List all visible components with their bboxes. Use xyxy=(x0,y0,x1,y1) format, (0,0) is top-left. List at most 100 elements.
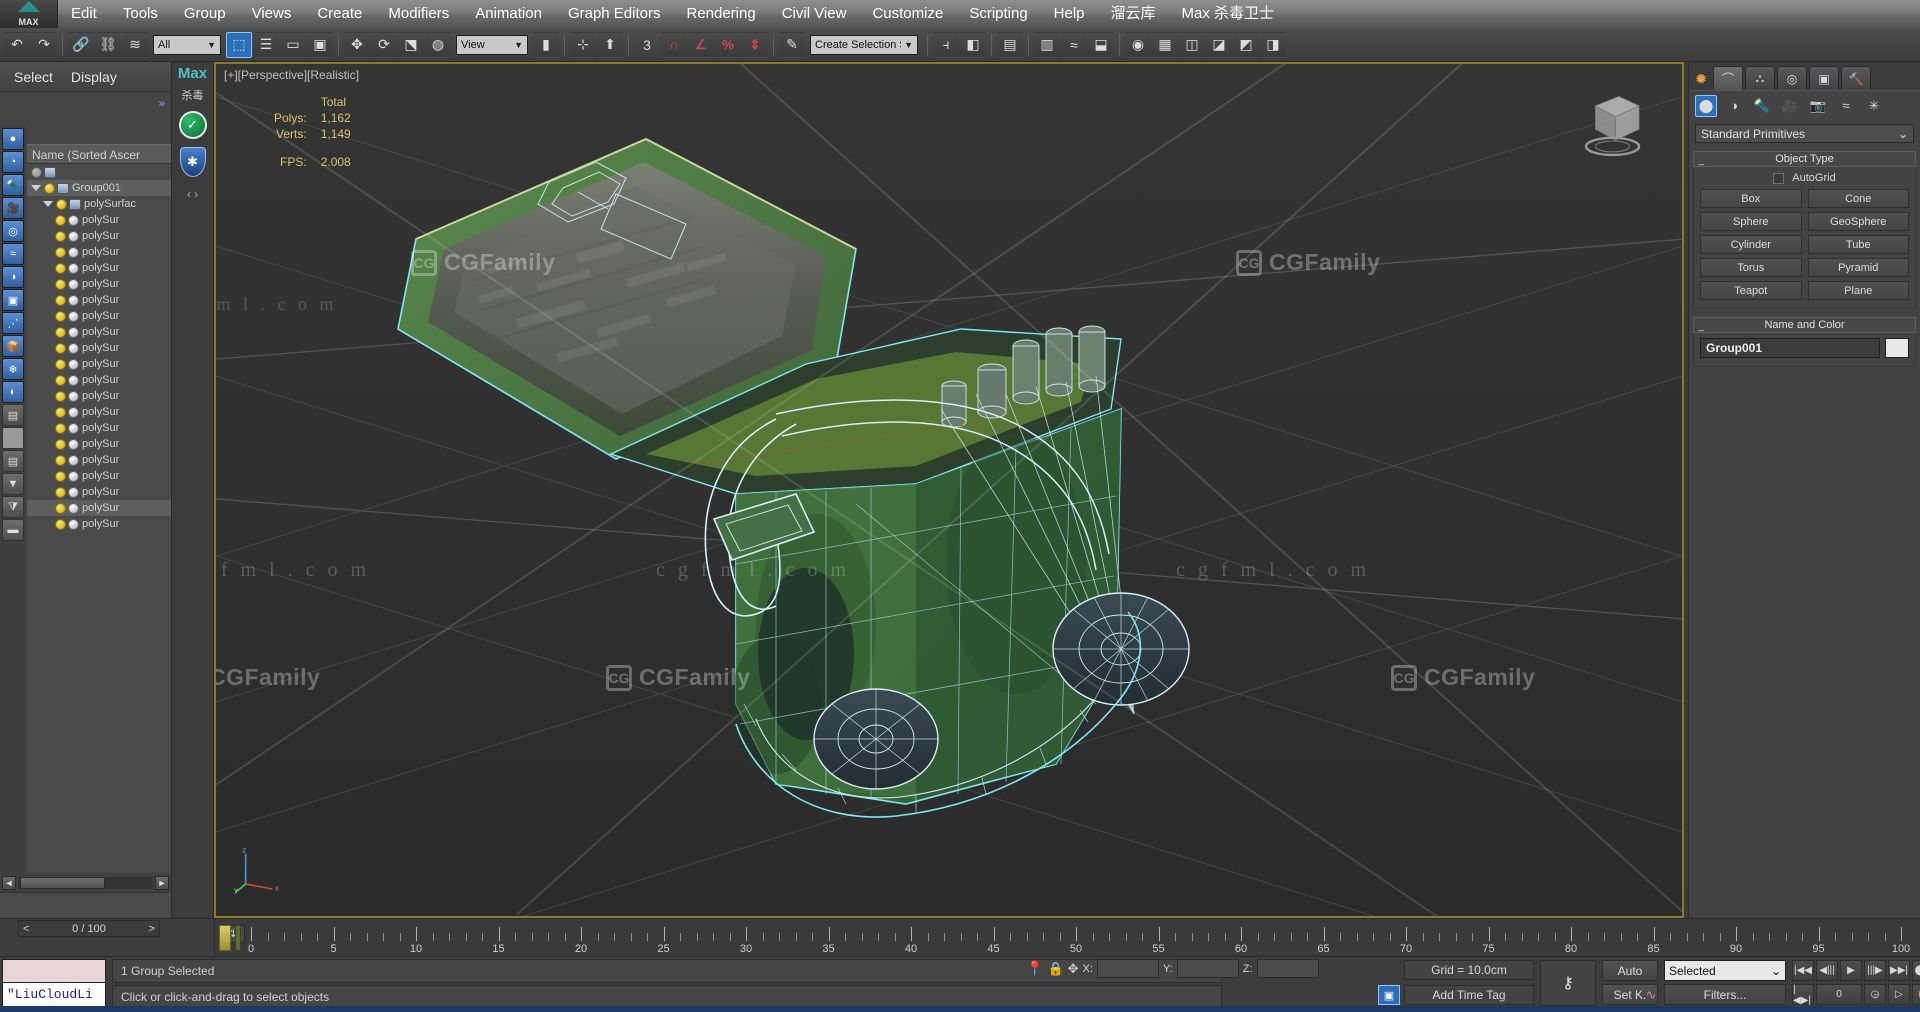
shapes-icon[interactable]: ◑ xyxy=(1723,95,1745,117)
scene-explorer-row[interactable]: polySur xyxy=(27,276,171,292)
edit-named-selection-sets-icon[interactable]: ✎ xyxy=(779,31,805,58)
maxscript-output-pane[interactable] xyxy=(2,959,106,983)
display-containers-icon[interactable]: 📦 xyxy=(2,335,24,357)
perspective-viewport[interactable]: CG CGFamily CG CGFamily CG CGFamily CG C… xyxy=(214,62,1684,918)
light-bulb-icon[interactable] xyxy=(55,422,66,434)
list-view-icon[interactable]: ▤ xyxy=(2,404,24,426)
light-bulb-icon[interactable] xyxy=(55,342,66,354)
plane-button[interactable]: Plane xyxy=(1807,281,1909,300)
object-name-field[interactable]: Group001 xyxy=(1700,338,1880,358)
teapot-button[interactable]: Teapot xyxy=(1700,281,1802,300)
display-helpers-icon[interactable]: ◎ xyxy=(2,220,24,242)
time-slider-marker[interactable] xyxy=(235,925,241,951)
keyboard-shortcut-override-icon[interactable]: ⬆ xyxy=(597,31,623,58)
light-bulb-icon[interactable] xyxy=(55,214,66,226)
light-bulb-icon[interactable] xyxy=(44,182,55,194)
display-shapes-icon[interactable]: ◔ xyxy=(2,151,24,173)
light-bulb-icon[interactable] xyxy=(55,326,66,338)
scroll-right-icon[interactable]: ► xyxy=(155,876,169,890)
maxscript-mini-listener[interactable]: "LiuCloudLi xyxy=(2,959,106,1009)
percent-snap-toggle-icon[interactable]: % xyxy=(715,31,741,58)
set-key-toggle-icon[interactable]: ⚷ xyxy=(1540,960,1596,1006)
autogrid-checkbox[interactable] xyxy=(1773,172,1785,184)
space-warps-icon[interactable]: ≈ xyxy=(1835,95,1857,117)
display-cameras-icon[interactable]: 🎥 xyxy=(2,197,24,219)
scene-explorer-row[interactable] xyxy=(27,164,171,180)
spinner-snap-toggle-icon[interactable]: ⇕ xyxy=(742,31,768,58)
menu-item-help[interactable]: Help xyxy=(1041,0,1098,28)
light-bulb-icon[interactable] xyxy=(55,406,66,418)
toggle-ribbon-icon[interactable]: ▥ xyxy=(1034,31,1060,58)
sort-icon[interactable]: ▤ xyxy=(2,450,24,472)
selection-filter-combo[interactable]: All ▼ xyxy=(153,34,221,55)
mirror-icon[interactable]: ⫞ xyxy=(933,31,959,58)
z-coord-field[interactable] xyxy=(1256,959,1319,978)
light-bulb-icon[interactable] xyxy=(55,502,66,514)
menu-item-group[interactable]: Group xyxy=(171,0,239,28)
menu-item-create[interactable]: Create xyxy=(304,0,375,28)
tab-select[interactable]: Select xyxy=(14,69,53,85)
systems-icon[interactable]: ✳ xyxy=(1863,95,1885,117)
time-slider-thumb[interactable] xyxy=(219,925,231,951)
antivirus-scan-icon[interactable]: ✓ xyxy=(178,111,207,139)
light-bulb-icon[interactable] xyxy=(55,518,66,530)
menu-item-scripting[interactable]: Scripting xyxy=(956,0,1040,28)
scene-explorer-row[interactable]: polySur xyxy=(27,212,171,228)
expand-arrow-icon[interactable] xyxy=(31,185,41,191)
object-type-rollout-header[interactable]: _ Object Type xyxy=(1693,151,1916,167)
select-object-icon[interactable]: ⬚ xyxy=(226,31,252,58)
tab-create[interactable]: ⌒ xyxy=(1713,66,1743,90)
select-and-scale-icon[interactable]: ⬔ xyxy=(398,31,424,58)
parameter-curve-out-of-range-icon[interactable]: ∿ xyxy=(1640,984,1662,1005)
scene-explorer-row[interactable]: polySur xyxy=(27,324,171,340)
tab-modify[interactable]: ⛬ xyxy=(1745,66,1775,90)
expand-chevron-icon[interactable]: » xyxy=(158,96,165,110)
render-production-icon[interactable]: ◪ xyxy=(1206,31,1232,58)
layer-view-icon[interactable] xyxy=(2,427,24,449)
filters-button[interactable]: Filters... xyxy=(1664,984,1786,1005)
render-iterative-icon[interactable]: ◩ xyxy=(1233,31,1259,58)
light-bulb-icon[interactable] xyxy=(55,262,66,274)
use-pivot-point-center-icon[interactable]: ▮ xyxy=(533,31,559,58)
absolute-mode-transform-icon[interactable]: ✥ xyxy=(1068,961,1079,977)
unlink-selection-icon[interactable]: ⛓ xyxy=(95,31,121,58)
menu-item-rendering[interactable]: Rendering xyxy=(673,0,768,28)
light-bulb-icon[interactable] xyxy=(55,390,66,402)
object-category-dropdown[interactable]: Standard Primitives ⌄ xyxy=(1695,124,1914,143)
scene-explorer-row[interactable]: polySur xyxy=(27,516,171,532)
previous-frame-button[interactable]: ◀||| xyxy=(1816,960,1838,981)
curve-editor-icon[interactable]: ≈ xyxy=(1061,31,1087,58)
display-space-warps-icon[interactable]: ≈ xyxy=(2,243,24,265)
x-coord-field[interactable] xyxy=(1096,959,1159,978)
filter-settings-icon[interactable]: ⧩ xyxy=(2,496,24,518)
collapse-icon[interactable]: _ xyxy=(1698,154,1704,166)
select-and-rotate-icon[interactable]: ⟳ xyxy=(371,31,397,58)
display-hidden-icon[interactable]: ◐ xyxy=(2,381,24,403)
scene-explorer-row[interactable]: polySur xyxy=(27,292,171,308)
isolate-selection-icon[interactable]: 📍 xyxy=(1026,960,1043,977)
scrollbar-track[interactable] xyxy=(18,877,153,889)
cylinder-button[interactable]: Cylinder xyxy=(1700,235,1802,254)
scene-explorer-column-header[interactable]: Name (Sorted Ascer xyxy=(27,144,171,164)
cameras-icon[interactable]: 🎥 xyxy=(1779,95,1801,117)
helpers-icon[interactable]: 📷 xyxy=(1807,95,1829,117)
current-frame-field[interactable]: 0 xyxy=(1816,984,1862,1005)
align-icon[interactable]: ◧ xyxy=(960,31,986,58)
filter-funnel-icon[interactable]: ▼ xyxy=(2,473,24,495)
timeline-track[interactable]: ⇅ 0 5 10 15 20 25 30 35 40 45 50 55 60 65 70 75 80 85 90 95… xyxy=(214,919,1920,957)
tab-motion[interactable]: ▣ xyxy=(1809,66,1839,90)
object-color-swatch[interactable] xyxy=(1885,338,1909,358)
redo-icon[interactable]: ↷ xyxy=(31,31,57,58)
key-filter-dropdown[interactable]: Selected ⌄ xyxy=(1664,960,1786,981)
torus-button[interactable]: Torus xyxy=(1700,258,1802,277)
selection-lock-icon[interactable]: 🔒 xyxy=(1047,961,1063,977)
scroll-left-icon[interactable]: ◄ xyxy=(2,876,16,890)
light-bulb-icon[interactable] xyxy=(55,470,66,482)
go-to-end-button[interactable]: ▶▶| xyxy=(1888,960,1910,981)
frame-next-arrow[interactable]: > xyxy=(149,923,155,935)
menu-item-animation[interactable]: Animation xyxy=(462,0,555,28)
play-animation-button[interactable]: ▶ xyxy=(1840,960,1862,981)
bind-to-space-warp-icon[interactable]: ≋ xyxy=(122,31,148,58)
undo-icon[interactable]: ↶ xyxy=(4,31,30,58)
frame-indicator[interactable]: < 0 / 100 > xyxy=(18,920,160,937)
